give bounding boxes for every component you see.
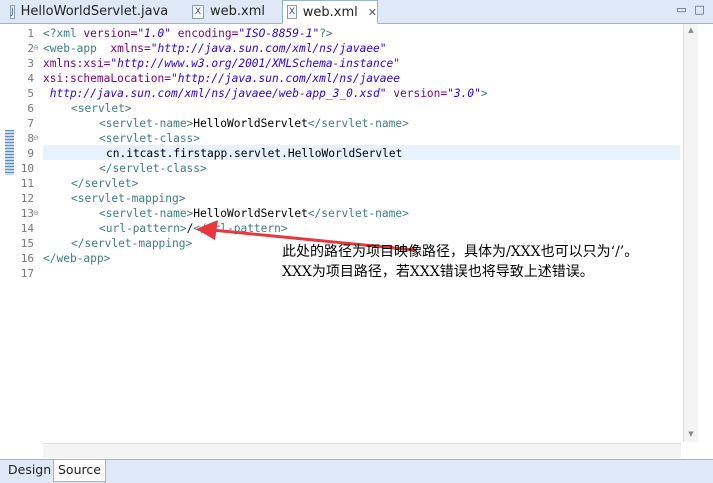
annotation-text-line-1: 此处的路径为项目映像路径，具体为/XXX也可以只为‘/’。	[282, 244, 639, 260]
editor-mode-tabs: Design Source	[0, 459, 713, 483]
annotation-text-line-2: XXX为项目路径，若XXX错误也将导致上述错误。	[282, 264, 594, 280]
tab-source[interactable]: Source	[53, 460, 106, 482]
tab-design[interactable]: Design	[4, 460, 55, 482]
